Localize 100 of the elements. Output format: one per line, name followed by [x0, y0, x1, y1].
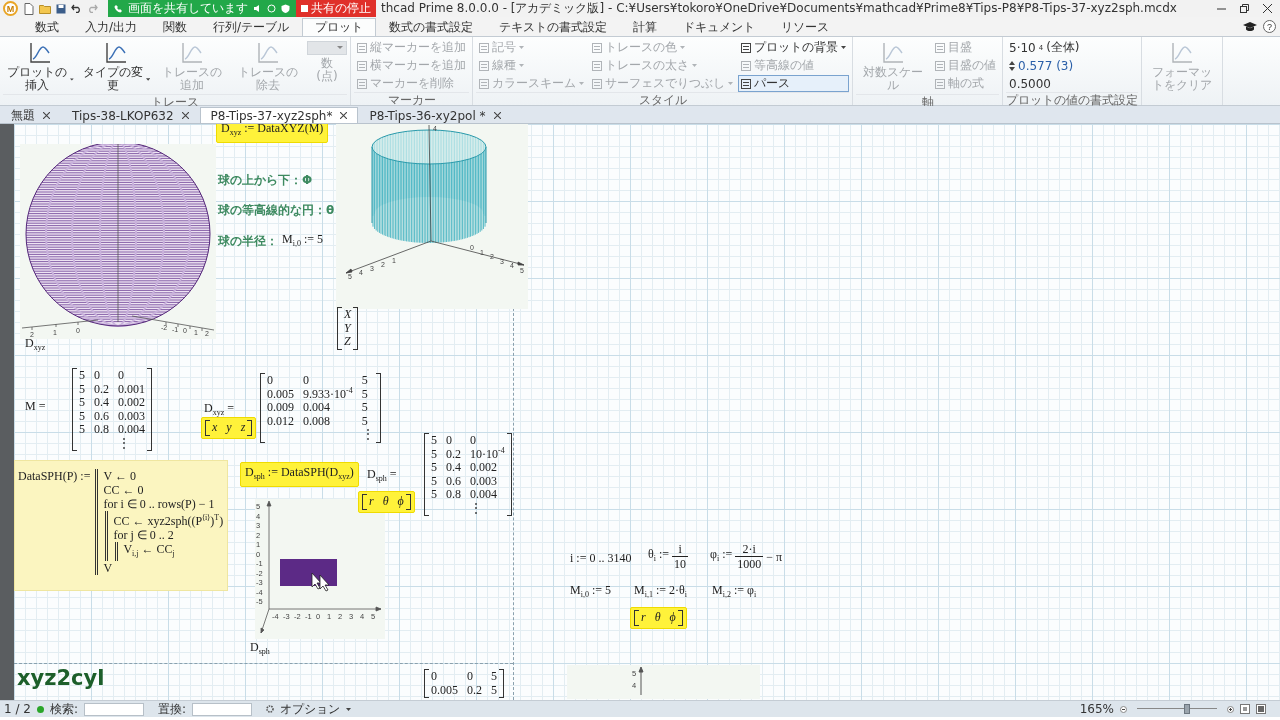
matrix-cell: θ	[654, 611, 661, 625]
ribbon-tab[interactable]: リソース	[768, 18, 843, 36]
matrix-cell-text: 0	[118, 369, 125, 383]
speaker-icon[interactable]	[253, 4, 262, 13]
note-text: 球の等高線的な円：θ	[218, 202, 335, 219]
ribbon-button[interactable]: タイプの変更	[79, 39, 153, 94]
close-icon[interactable]	[181, 112, 189, 119]
slider-thumb[interactable]	[1183, 704, 1190, 714]
matrix-cell-text: 0.002	[470, 461, 498, 475]
matrix-cell: 0.2	[94, 382, 109, 396]
undo-icon[interactable]	[71, 4, 82, 13]
matrix-cell-text: 0	[267, 374, 274, 388]
math-expression: D$_{xyz}$ =	[204, 401, 234, 420]
close-icon[interactable]	[1263, 4, 1272, 13]
style-icon	[741, 60, 751, 71]
matrix-cell: 5	[79, 396, 85, 410]
math-expression: V ← 0	[103, 469, 137, 483]
zoom-in-icon[interactable]	[1227, 705, 1234, 713]
matrix-cell: 0.002	[118, 396, 145, 410]
math-expression: M$_{i,1}$ := 2·θ$_{i}$	[634, 583, 687, 602]
matrix-cell-text: 5	[361, 374, 369, 388]
matrix-cell: 5	[431, 488, 437, 502]
ribbon-tab[interactable]: 計算	[620, 18, 671, 36]
matrix-cell: 0.012	[267, 414, 294, 428]
style-icon	[357, 78, 367, 89]
ribbon-button[interactable]: プロットの挿入	[3, 39, 77, 94]
note-text: 球の上から下：Φ	[218, 172, 313, 189]
input-field[interactable]	[84, 702, 144, 716]
format-value[interactable]: 5·10$^{4}$ (全体)	[1006, 39, 1083, 56]
circle-icon[interactable]	[267, 4, 276, 13]
stop-sharing-button[interactable]: 共有の停止	[296, 0, 376, 17]
matrix-cell-text: ⋮	[470, 501, 483, 515]
close-icon[interactable]	[43, 112, 50, 119]
section-heading: xyz2cyl	[17, 666, 105, 690]
ribbon-tab[interactable]: 数式の書式設定	[376, 18, 487, 36]
ribbon-button[interactable]: プロットの背景	[738, 39, 849, 56]
ribbon-tab[interactable]: 行列/テーブル	[200, 18, 303, 36]
zoom-level: 165%	[1079, 702, 1114, 716]
document-tab[interactable]: Tips-38-LKOP632	[61, 107, 200, 123]
matrix-cell: 0.005	[431, 683, 458, 697]
chart-icon	[104, 41, 128, 65]
style-icon	[479, 60, 489, 71]
matrix-cell: 5	[431, 434, 437, 448]
ribbon-tab[interactable]: 関数	[150, 18, 201, 36]
caret-icon	[145, 77, 150, 81]
format-value[interactable]: 0.577 (3)	[1018, 58, 1074, 73]
shield-icon[interactable]	[281, 4, 290, 13]
matrix-cell-text: 0	[431, 670, 438, 684]
document-tab[interactable]: P8-Tips-37-xyz2sph*	[199, 107, 359, 123]
ribbon-tab[interactable]: プロット	[302, 18, 377, 36]
math-expression: CC ← xyz2sph((P$^{⟨i⟩}$)$^{T}$)	[113, 512, 224, 528]
matrix-cell: 5	[79, 369, 85, 383]
ribbon-tab[interactable]: 入力/出力	[72, 18, 151, 36]
folder-icon[interactable]	[39, 3, 51, 14]
spinner-icon[interactable]	[1009, 60, 1015, 71]
graduation-cap-icon[interactable]	[1243, 21, 1257, 32]
document-tab[interactable]: P8-Tips-36-xy2pol *	[358, 107, 512, 123]
draft-view-icon[interactable]	[1256, 704, 1266, 714]
matrix-cell: x	[212, 421, 218, 435]
matrix-cell: 0.003	[118, 409, 145, 423]
style-icon	[935, 42, 945, 53]
sharing-status: 画面を共有しています	[128, 0, 248, 17]
matrix-cell-text: 0.008	[303, 414, 331, 428]
matrix-cell: 5	[431, 447, 437, 461]
ribbon-tab[interactable]: 数式	[22, 18, 72, 36]
close-icon[interactable]	[493, 112, 501, 119]
options-dropdown[interactable]: オプション	[266, 700, 352, 718]
matrix-cell-text: 5	[361, 401, 369, 415]
matrix-cell: 10·10$^{-4}$	[470, 447, 505, 461]
style-icon	[357, 60, 367, 71]
input-field[interactable]	[192, 702, 253, 716]
restore-icon[interactable]	[1240, 4, 1249, 13]
math-expression: D$_{xyz}$	[25, 336, 46, 355]
document-tab[interactable]: 無題	[0, 107, 61, 123]
caret-icon	[519, 64, 524, 67]
ribbon-button[interactable]: パース	[738, 75, 849, 92]
matrix-cell-text: 0.003	[470, 474, 498, 488]
field-label: 数 (点)	[316, 57, 338, 83]
save-icon[interactable]	[56, 3, 66, 14]
format-value[interactable]: 0.5000	[1006, 75, 1083, 92]
style-icon	[479, 42, 489, 53]
matrix-cell: ϕ	[669, 611, 676, 625]
phone-icon	[114, 4, 123, 13]
close-icon[interactable]	[340, 112, 348, 119]
status-dot-icon	[36, 705, 44, 713]
chart-icon	[881, 41, 905, 65]
ribbon-tab[interactable]: テキストの書式設定	[486, 18, 621, 36]
math-expression: M$_{i,2}$ := φ$_{i}$	[712, 583, 757, 602]
math-expression: V	[103, 561, 114, 576]
new-file-icon[interactable]	[24, 2, 34, 15]
page-indicator: 1 / 2	[4, 702, 31, 716]
ribbon-tab[interactable]: ドキュメント	[670, 18, 769, 36]
caret-icon	[841, 46, 846, 49]
zoom-out-icon[interactable]	[1120, 705, 1127, 713]
style-icon	[592, 78, 602, 89]
matrix-cell: 0.2	[446, 447, 461, 461]
help-button[interactable]: ?	[1263, 20, 1276, 33]
matrix-cell: 0.001	[118, 382, 145, 396]
page-view-icon[interactable]	[1240, 704, 1250, 714]
matrix-cell-text: 5	[361, 387, 369, 401]
